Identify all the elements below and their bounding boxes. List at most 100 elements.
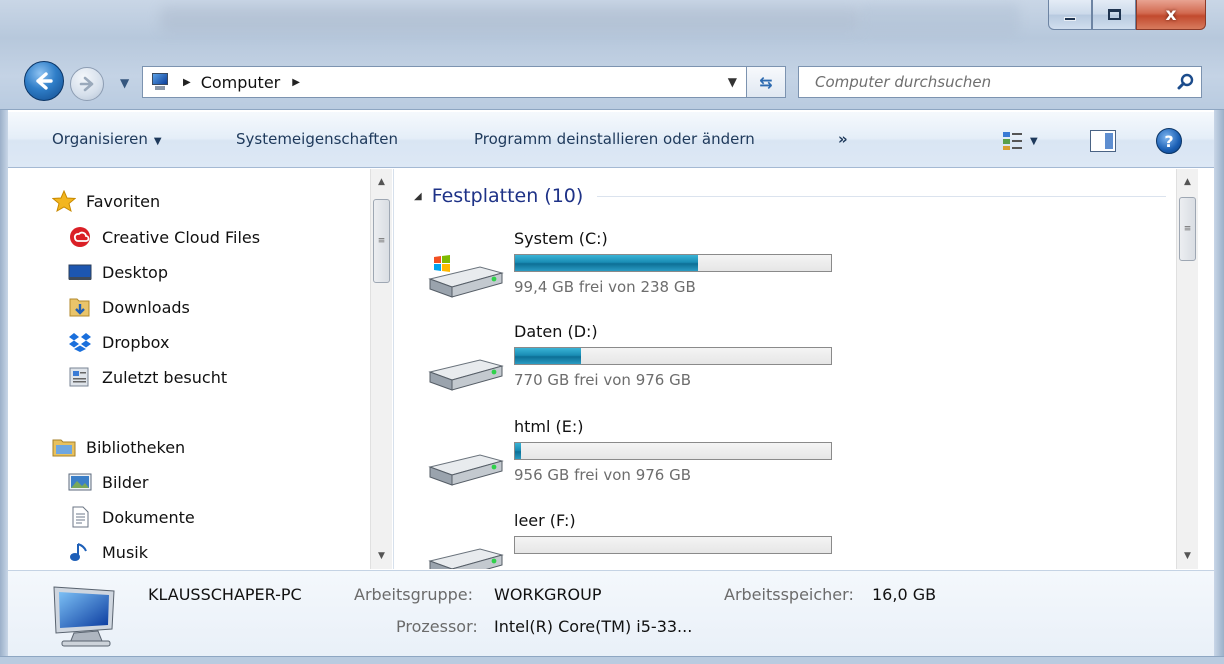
breadcrumb-computer[interactable]: Computer	[201, 73, 281, 92]
preview-pane-button[interactable]	[1090, 130, 1116, 152]
breadcrumb-separator-icon[interactable]: ▶	[183, 77, 191, 88]
drive-free-space: 770 GB frei von 976 GB	[514, 371, 692, 389]
recent-places-icon	[68, 366, 92, 388]
downloads-folder-icon	[68, 296, 92, 318]
address-bar-row: ▼ ▶ Computer ▶ ▼ ⇆	[0, 58, 1224, 106]
history-dropdown-icon[interactable]: ▼	[120, 76, 129, 90]
command-bar: Organisieren ▼ Systemeigenschaften Progra…	[8, 112, 1214, 168]
chevron-down-icon: ▼	[1030, 135, 1038, 147]
refresh-button[interactable]: ⇆	[746, 66, 786, 98]
nav-item-desktop[interactable]: Desktop	[68, 258, 168, 286]
chevron-down-icon: ▼	[153, 136, 162, 147]
drive-name: Daten (D:)	[514, 322, 598, 341]
drive-usage-bar	[514, 254, 832, 272]
drive-usage-fill	[515, 443, 522, 459]
nav-item-dropbox[interactable]: Dropbox	[68, 328, 169, 356]
processor-label: Prozessor:	[396, 617, 478, 636]
breadcrumb-chevron-icon[interactable]: ▶	[292, 77, 300, 88]
window-border-bottom	[0, 656, 1224, 664]
hard-drive-icon	[428, 255, 504, 298]
search-box[interactable]	[798, 66, 1202, 98]
minimize-button[interactable]	[1048, 0, 1092, 30]
details-pane: KLAUSSCHAPER-PC Arbeitsgruppe: WORKGROUP…	[8, 570, 1214, 656]
group-header-hard-drives[interactable]: ◢ Festplatten (10)	[414, 185, 1166, 207]
nav-item-documents[interactable]: Dokumente	[68, 503, 195, 531]
drive-tile[interactable]: html (E:) 956 GB frei von 976 GB	[426, 417, 846, 499]
minimize-icon	[1064, 16, 1076, 21]
scroll-up-icon[interactable]: ▲	[1177, 173, 1198, 191]
scroll-thumb[interactable]: ≡	[373, 199, 390, 283]
help-button[interactable]: ?	[1156, 128, 1182, 154]
forward-button[interactable]	[70, 67, 104, 101]
nav-item-label: Creative Cloud Files	[102, 227, 261, 247]
content-pane: ◢ Festplatten (10) System (C:) 99,4 GB fr…	[396, 169, 1176, 569]
navigation-scrollbar[interactable]: ▲ ≡ ▼	[370, 169, 392, 569]
drive-usage-fill	[515, 348, 582, 364]
organize-menu-button[interactable]: Organisieren ▼	[52, 130, 162, 148]
scroll-up-icon[interactable]: ▲	[371, 173, 392, 191]
system-properties-button[interactable]: Systemeigenschaften	[236, 130, 398, 148]
drive-name: html (E:)	[514, 417, 584, 436]
hard-drive-icon	[428, 548, 504, 569]
nav-item-label: Dokumente	[102, 507, 195, 527]
address-dropdown-icon[interactable]: ▼	[728, 75, 737, 89]
nav-item-label: Zuletzt besucht	[102, 367, 228, 387]
nav-item-downloads[interactable]: Downloads	[68, 293, 190, 321]
scroll-down-icon[interactable]: ▼	[1177, 547, 1198, 565]
group-title: Festplatten (10)	[431, 185, 584, 207]
nav-group-label: Bibliotheken	[86, 437, 186, 457]
scroll-down-icon[interactable]: ▼	[371, 547, 392, 565]
search-icon[interactable]	[1171, 67, 1201, 97]
documents-library-icon	[68, 506, 92, 528]
memory-label: Arbeitsspeicher:	[724, 585, 854, 604]
drive-usage-fill	[515, 255, 699, 271]
nav-group-label: Favoriten	[86, 191, 161, 211]
collapse-triangle-icon[interactable]: ◢	[414, 191, 422, 202]
scroll-thumb[interactable]: ≡	[1179, 197, 1196, 261]
nav-item-creative-cloud[interactable]: Creative Cloud Files	[68, 223, 260, 251]
hard-drive-icon	[428, 454, 504, 486]
desktop-icon	[68, 261, 92, 283]
workgroup-label: Arbeitsgruppe:	[354, 585, 473, 604]
drive-tile[interactable]: leer (F:)	[426, 511, 846, 569]
help-icon: ?	[1164, 131, 1174, 151]
drive-usage-bar	[514, 347, 832, 365]
pictures-library-icon	[68, 471, 92, 493]
nav-item-music[interactable]: Musik	[68, 538, 148, 566]
libraries-folder-icon	[52, 436, 76, 458]
close-button[interactable]: x	[1136, 0, 1206, 30]
dropbox-icon	[68, 331, 92, 353]
nav-item-label: Desktop	[102, 262, 168, 282]
search-input[interactable]	[799, 68, 1171, 96]
more-commands-button[interactable]: »	[838, 130, 848, 148]
maximize-button[interactable]	[1092, 0, 1136, 30]
drive-free-space: 99,4 GB frei von 238 GB	[514, 278, 696, 296]
processor-value: Intel(R) Core(TM) i5-33...	[494, 617, 693, 636]
window-border-left	[0, 110, 8, 664]
drive-usage-bar	[514, 536, 832, 554]
uninstall-program-button[interactable]: Programm deinstallieren oder ändern	[474, 130, 755, 148]
navigation-pane: Favoriten Creative Cloud Files Desktop D…	[8, 169, 394, 569]
nav-group-favorites[interactable]: Favoriten	[51, 187, 161, 215]
forward-arrow-icon	[79, 76, 94, 92]
computer-icon	[48, 583, 126, 649]
nav-group-libraries[interactable]: Bibliotheken	[52, 433, 185, 461]
content-scrollbar[interactable]: ▲ ≡ ▼	[1176, 169, 1198, 569]
group-divider	[597, 195, 1166, 197]
drive-tile[interactable]: System (C:) 99,4 GB frei von 238 GB	[426, 229, 846, 311]
back-button[interactable]	[24, 61, 64, 101]
nav-item-recent[interactable]: Zuletzt besucht	[68, 363, 227, 391]
hard-drive-icon	[428, 359, 504, 391]
computer-name: KLAUSSCHAPER-PC	[148, 585, 302, 604]
close-icon: x	[1165, 4, 1177, 25]
drive-name: System (C:)	[514, 229, 608, 248]
drive-free-space: 956 GB frei von 976 GB	[514, 466, 692, 484]
nav-item-label: Musik	[102, 542, 148, 562]
change-view-button[interactable]: ▼	[1002, 128, 1062, 154]
refresh-icon: ⇆	[759, 72, 773, 92]
workgroup-value: WORKGROUP	[494, 585, 602, 604]
nav-item-pictures[interactable]: Bilder	[68, 468, 148, 496]
drive-tile[interactable]: Daten (D:) 770 GB frei von 976 GB	[426, 322, 846, 404]
computer-icon	[149, 73, 171, 91]
address-field[interactable]: ▶ Computer ▶ ▼	[142, 66, 768, 98]
